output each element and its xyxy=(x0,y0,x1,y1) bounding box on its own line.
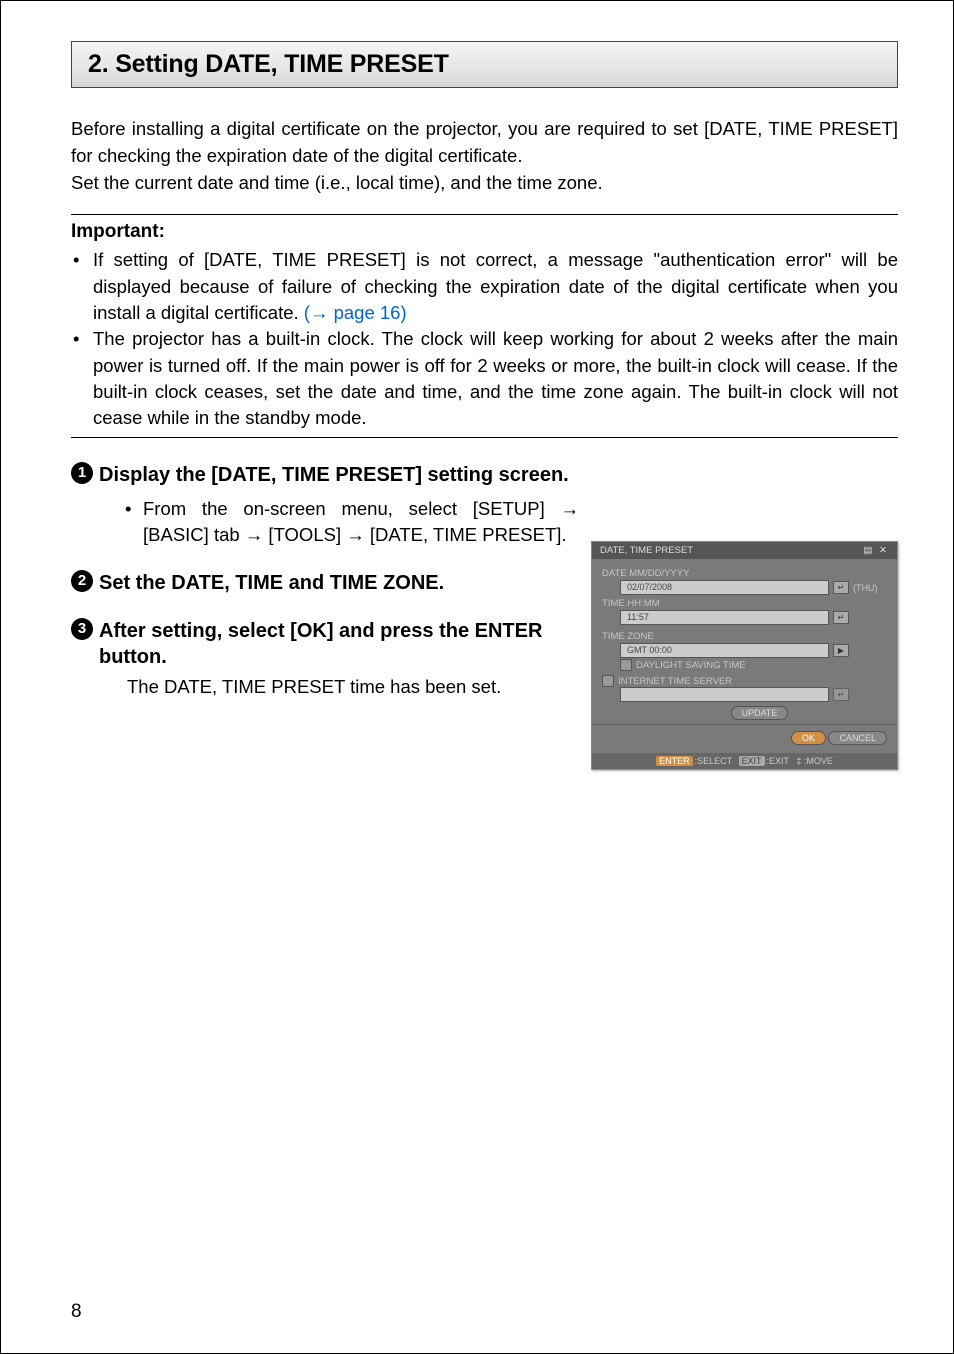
osd-footer-move: ‡ :MOVE xyxy=(796,756,833,766)
osd-title: DATE, TIME PRESET xyxy=(600,545,693,556)
osd-time-field[interactable]: 11:57 xyxy=(620,610,829,625)
osd-footer-exit-t: :EXIT xyxy=(767,756,789,766)
osd-cancel-button[interactable]: CANCEL xyxy=(828,731,887,745)
osd-ok-button[interactable]: OK xyxy=(791,731,826,745)
osd-footer: ENTER:SELECT EXIT:EXIT ‡ :MOVE xyxy=(592,753,897,769)
section-title: 2. Setting DATE, TIME PRESET xyxy=(88,50,881,79)
osd-dst-checkbox[interactable] xyxy=(620,659,632,671)
osd-divider xyxy=(592,724,897,725)
osd-weekday: (THU) xyxy=(853,583,887,593)
step-number-2: 2 xyxy=(71,570,93,592)
step-number-1: 1 xyxy=(71,462,93,484)
step-1-sublist: From the on-screen menu, select [SETUP] … xyxy=(99,496,579,548)
osd-title-icons: ▤ ✕ xyxy=(863,545,889,556)
osd-time-label: TIME HH:MM xyxy=(602,598,887,609)
step-3-title: After setting, select [OK] and press the… xyxy=(99,620,542,668)
intro-p2: Set the current date and time (i.e., loc… xyxy=(71,172,603,193)
osd-enter-chip-disabled: ↵ xyxy=(833,688,849,701)
divider xyxy=(71,214,898,215)
osd-date-field[interactable]: 02/07/2008 xyxy=(620,580,829,595)
osd-arrow-chip[interactable]: ▶ xyxy=(833,644,849,657)
osd-screenshot: DATE, TIME PRESET ▤ ✕ DATE MM/DD/YYYY 02… xyxy=(591,541,898,770)
osd-footer-enter: ENTER xyxy=(656,756,693,766)
osd-its-label: INTERNET TIME SERVER xyxy=(618,676,732,687)
intro-text: Before installing a digital certificate … xyxy=(71,116,898,196)
osd-enter-chip[interactable]: ↵ xyxy=(833,581,849,594)
important-item-2: The projector has a built-in clock. The … xyxy=(71,326,898,431)
osd-dst-label: DAYLIGHT SAVING TIME xyxy=(636,660,746,671)
intro-p1: Before installing a digital certificate … xyxy=(71,118,898,166)
osd-dst-row[interactable]: DAYLIGHT SAVING TIME xyxy=(620,659,887,671)
important-label: Important: xyxy=(71,221,898,243)
osd-its-field[interactable]: . xyxy=(620,687,829,702)
osd-enter-chip[interactable]: ↵ xyxy=(833,611,849,624)
section-header: 2. Setting DATE, TIME PRESET xyxy=(71,41,898,88)
important-item-1: If setting of [DATE, TIME PRESET] is not… xyxy=(71,247,898,326)
step-1-title: Display the [DATE, TIME PRESET] setting … xyxy=(99,464,569,486)
osd-its-checkbox[interactable] xyxy=(602,675,614,687)
page-number: 8 xyxy=(71,1301,82,1323)
important-item-1-text: If setting of [DATE, TIME PRESET] is not… xyxy=(93,249,898,323)
step-2-title: Set the DATE, TIME and TIME ZONE. xyxy=(99,572,444,594)
osd-footer-select: :SELECT xyxy=(695,756,732,766)
step-1-sub: From the on-screen menu, select [SETUP] … xyxy=(125,496,579,548)
step-3-desc: The DATE, TIME PRESET time has been set. xyxy=(127,674,579,700)
osd-date-label: DATE MM/DD/YYYY xyxy=(602,568,887,579)
important-list: If setting of [DATE, TIME PRESET] is not… xyxy=(71,247,898,431)
osd-title-bar: DATE, TIME PRESET ▤ ✕ xyxy=(592,542,897,559)
osd-its-row[interactable]: INTERNET TIME SERVER xyxy=(602,675,887,687)
step-number-3: 3 xyxy=(71,618,93,640)
osd-tz-label: TIME ZONE xyxy=(602,631,887,642)
divider xyxy=(71,437,898,438)
osd-footer-exit: EXIT xyxy=(739,756,765,766)
page-link[interactable]: (→ page 16) xyxy=(304,302,407,323)
osd-update-button[interactable]: UPDATE xyxy=(731,706,789,720)
osd-tz-field[interactable]: GMT 00:00 xyxy=(620,643,829,658)
step-1: 1 Display the [DATE, TIME PRESET] settin… xyxy=(71,462,898,548)
